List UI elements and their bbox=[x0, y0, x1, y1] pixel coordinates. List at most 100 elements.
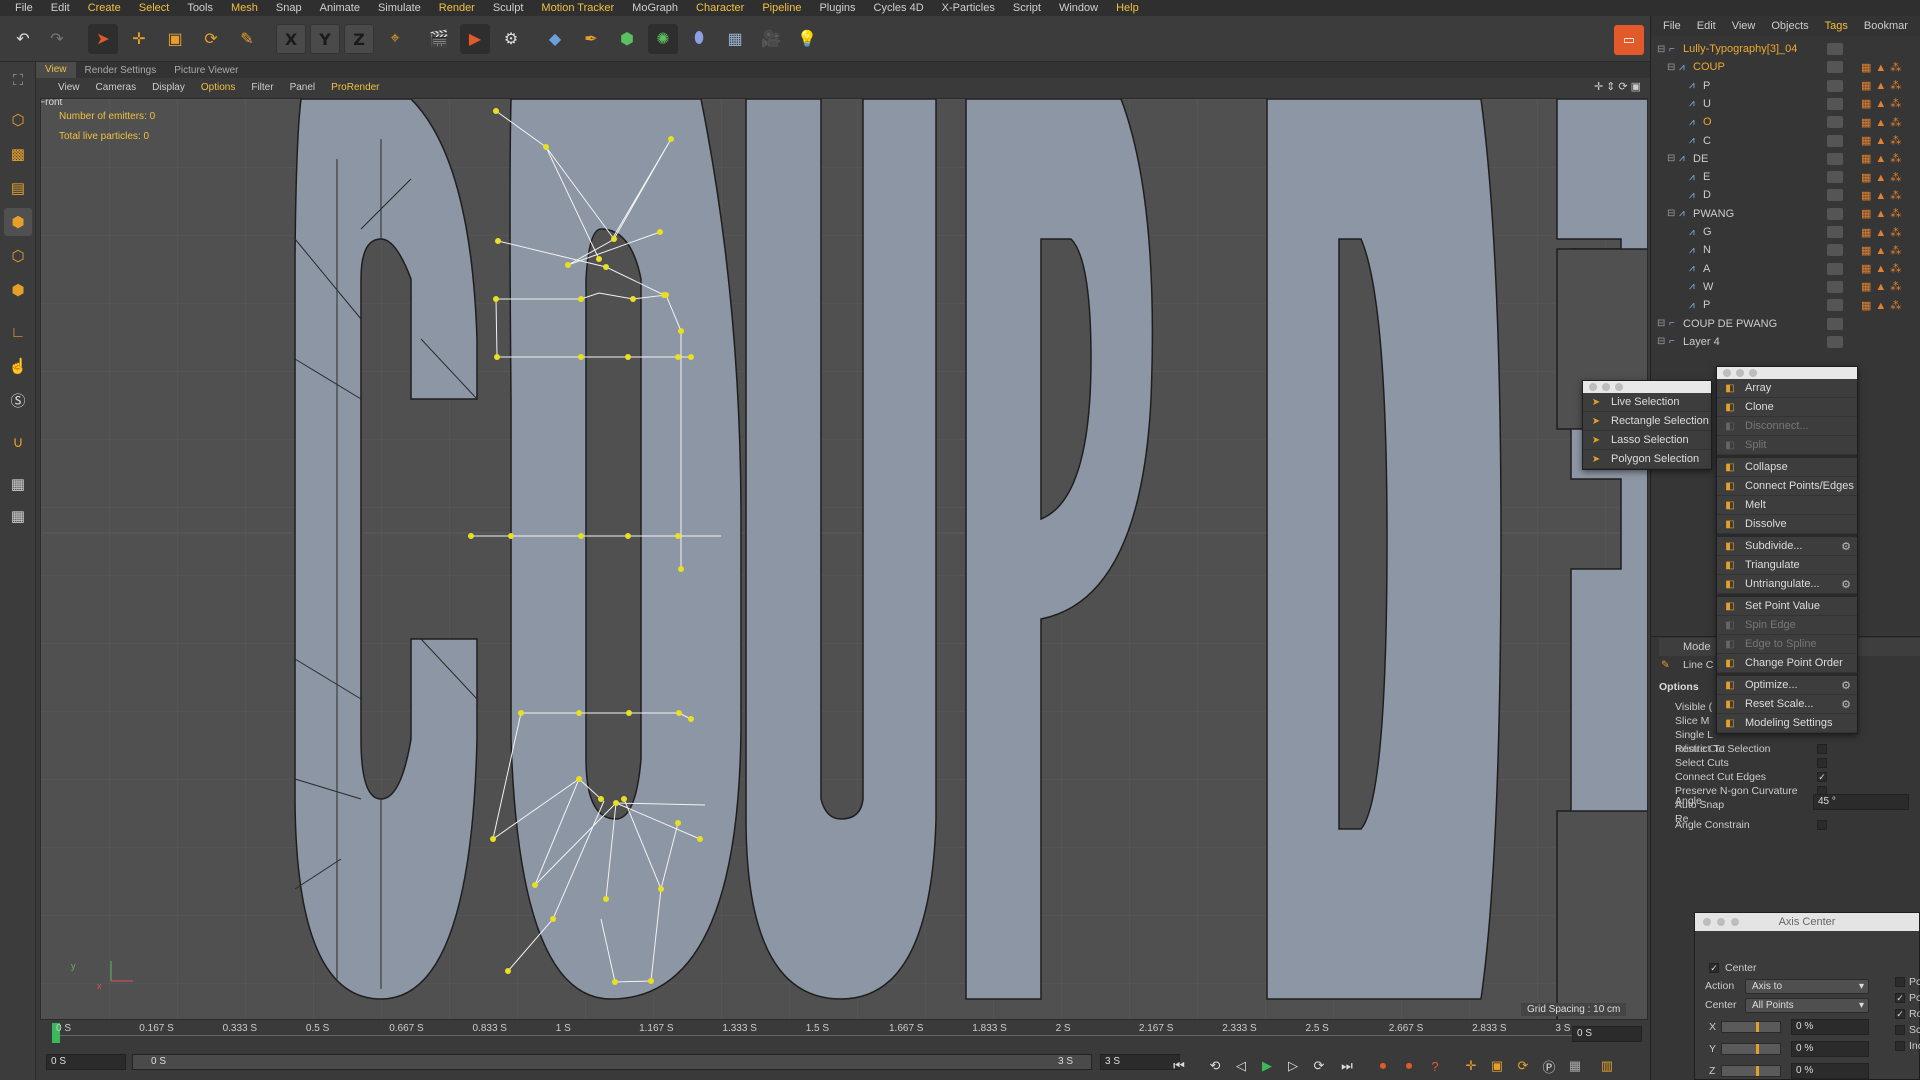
center-checkbox[interactable]: ✓ bbox=[1709, 963, 1719, 973]
visibility-toggle[interactable] bbox=[1827, 61, 1843, 74]
menu-edit[interactable]: Edit bbox=[42, 2, 79, 14]
mesh-point[interactable] bbox=[603, 264, 609, 270]
viewport-tab-render-settings[interactable]: Render Settings bbox=[76, 65, 166, 76]
mesh-point[interactable] bbox=[505, 968, 511, 974]
options-header[interactable]: Options bbox=[1659, 681, 1699, 693]
key-rotation-icon[interactable]: ⟳ bbox=[1512, 1056, 1534, 1076]
object-tags-icon[interactable]: ▦▲⁂ bbox=[1861, 134, 1905, 147]
mesh-point[interactable] bbox=[626, 710, 632, 716]
object-tags-icon[interactable]: ▦▲⁂ bbox=[1861, 207, 1905, 220]
object-menu-file[interactable]: File bbox=[1655, 20, 1689, 32]
gear-icon[interactable]: ⚙ bbox=[1841, 540, 1851, 553]
autokey-icon[interactable]: ⏺ bbox=[1398, 1056, 1420, 1076]
mesh-point[interactable] bbox=[508, 533, 514, 539]
mesh-command-item[interactable]: ◧ Array bbox=[1717, 379, 1857, 398]
mesh-point[interactable] bbox=[576, 776, 582, 782]
object-row[interactable]: ⩘ G ▦▲⁂ bbox=[1651, 223, 1920, 241]
menu-script[interactable]: Script bbox=[1004, 2, 1050, 14]
menu-file[interactable]: File bbox=[6, 2, 42, 14]
mesh-point[interactable] bbox=[550, 916, 556, 922]
key-position-icon[interactable]: ✛ bbox=[1460, 1056, 1482, 1076]
coordinate-system-icon[interactable]: ⌖ bbox=[380, 24, 410, 54]
selection-tool-item[interactable]: ➤ Rectangle Selection bbox=[1583, 412, 1711, 431]
axis-option-checkbox[interactable]: ✓ bbox=[1895, 993, 1905, 1003]
visibility-toggle[interactable] bbox=[1827, 79, 1843, 92]
object-row[interactable]: ⩘ E ▦▲⁂ bbox=[1651, 168, 1920, 186]
mesh-command-item[interactable]: ◧ Optimize... ⚙ bbox=[1717, 676, 1857, 695]
workplane-lock-icon[interactable]: ▦ bbox=[4, 470, 32, 498]
snap-icon[interactable]: ∪ bbox=[4, 428, 32, 456]
expand-icon[interactable]: ⊟ bbox=[1657, 318, 1665, 329]
viewport-menu-cameras[interactable]: Cameras bbox=[88, 82, 145, 93]
timeline-right-field[interactable]: 0 S bbox=[1572, 1026, 1642, 1042]
menu-mesh[interactable]: Mesh bbox=[222, 2, 267, 14]
cube-icon[interactable]: ◆ bbox=[540, 24, 570, 54]
visibility-toggle[interactable] bbox=[1827, 207, 1843, 220]
texture-mode-icon[interactable]: ▩ bbox=[4, 140, 32, 168]
mesh-palette-titlebar[interactable] bbox=[1717, 367, 1857, 379]
object-menu-objects[interactable]: Objects bbox=[1763, 20, 1816, 32]
play-icon[interactable]: ▶ bbox=[1256, 1056, 1278, 1076]
menu-pipeline[interactable]: Pipeline bbox=[753, 2, 810, 14]
visibility-toggle[interactable] bbox=[1827, 335, 1843, 348]
edges-mode-icon[interactable]: ⬡ bbox=[4, 242, 32, 270]
rotate-icon[interactable]: ⟳ bbox=[196, 24, 226, 54]
mesh-point[interactable] bbox=[688, 716, 694, 722]
current-frame-field[interactable]: 0 S bbox=[46, 1054, 126, 1070]
object-menu-bookmar[interactable]: Bookmar bbox=[1856, 20, 1916, 32]
object-row[interactable]: ⊟ ⩘ DE ▦▲⁂ bbox=[1651, 150, 1920, 168]
mesh-point[interactable] bbox=[494, 354, 500, 360]
viewport-menu-options[interactable]: Options bbox=[193, 82, 243, 93]
mesh-point[interactable] bbox=[621, 796, 627, 802]
object-tags-icon[interactable]: ▦▲⁂ bbox=[1861, 79, 1905, 92]
menu-x-particles[interactable]: X-Particles bbox=[933, 2, 1004, 14]
object-menu-tags[interactable]: Tags bbox=[1817, 20, 1856, 32]
object-row[interactable]: ⩘ C ▦▲⁂ bbox=[1651, 132, 1920, 150]
object-row[interactable]: ⩘ P ▦▲⁂ bbox=[1651, 77, 1920, 95]
model-mode-icon[interactable]: ⬡ bbox=[4, 106, 32, 134]
key-pla-icon[interactable]: ▦ bbox=[1564, 1056, 1586, 1076]
mesh-point[interactable] bbox=[518, 710, 524, 716]
mesh-point[interactable] bbox=[493, 296, 499, 302]
angle-field[interactable]: 45 ° bbox=[1813, 794, 1909, 810]
viewport-tab-view[interactable]: View bbox=[36, 62, 76, 78]
object-row[interactable]: ⊟ ⌐ COUP DE PWANG bbox=[1651, 315, 1920, 333]
visibility-toggle[interactable] bbox=[1827, 226, 1843, 238]
visibility-toggle[interactable] bbox=[1827, 189, 1843, 202]
mograph-cloner-icon[interactable]: ✺ bbox=[648, 24, 678, 54]
gear-icon[interactable]: ⚙ bbox=[1841, 698, 1851, 711]
object-tags-icon[interactable]: ▦▲⁂ bbox=[1861, 280, 1905, 293]
render-settings-icon[interactable]: ⚙ bbox=[496, 24, 526, 54]
axis-z-button[interactable]: Z bbox=[344, 24, 374, 54]
mesh-point[interactable] bbox=[688, 354, 694, 360]
mesh-point[interactable] bbox=[493, 108, 499, 114]
menu-sculpt[interactable]: Sculpt bbox=[484, 2, 533, 14]
goto-start-icon[interactable]: ⏮ bbox=[1168, 1056, 1190, 1076]
mesh-point[interactable] bbox=[675, 354, 681, 360]
y-slider[interactable] bbox=[1721, 1043, 1781, 1055]
mesh-point[interactable] bbox=[578, 354, 584, 360]
render-picture-viewer-icon[interactable]: ▶ bbox=[460, 24, 490, 54]
menu-tools[interactable]: Tools bbox=[178, 2, 222, 14]
key-scale-icon[interactable]: ▣ bbox=[1486, 1056, 1508, 1076]
viewport-menu-filter[interactable]: Filter bbox=[243, 82, 281, 93]
goto-end-icon[interactable]: ⏭ bbox=[1336, 1056, 1358, 1076]
polygons-mode-icon[interactable]: ⬢ bbox=[4, 276, 32, 304]
move-icon[interactable]: ✛ bbox=[124, 24, 154, 54]
mesh-point[interactable] bbox=[668, 136, 674, 142]
mesh-command-item[interactable]: ◧ Dissolve bbox=[1717, 515, 1857, 534]
object-row[interactable]: ⩘ U ▦▲⁂ bbox=[1651, 95, 1920, 113]
expand-icon[interactable]: ⊟ bbox=[1667, 208, 1675, 219]
key-param-icon[interactable]: Ⓟ bbox=[1538, 1056, 1560, 1076]
mesh-point[interactable] bbox=[613, 800, 619, 806]
mesh-command-item[interactable]: ◧ Subdivide... ⚙ bbox=[1717, 537, 1857, 556]
attr-row-checkbox[interactable] bbox=[1817, 820, 1827, 830]
layout-icon[interactable]: ▭ bbox=[1614, 25, 1644, 55]
mesh-point[interactable] bbox=[657, 229, 663, 235]
object-menu-view[interactable]: View bbox=[1724, 20, 1764, 32]
viewport-menu-view[interactable]: View bbox=[50, 82, 88, 93]
menu-help[interactable]: Help bbox=[1107, 2, 1148, 14]
visibility-toggle[interactable] bbox=[1827, 299, 1843, 312]
object-row[interactable]: ⩘ N ▦▲⁂ bbox=[1651, 241, 1920, 259]
points-mode-icon[interactable]: ⬢ bbox=[4, 208, 32, 236]
